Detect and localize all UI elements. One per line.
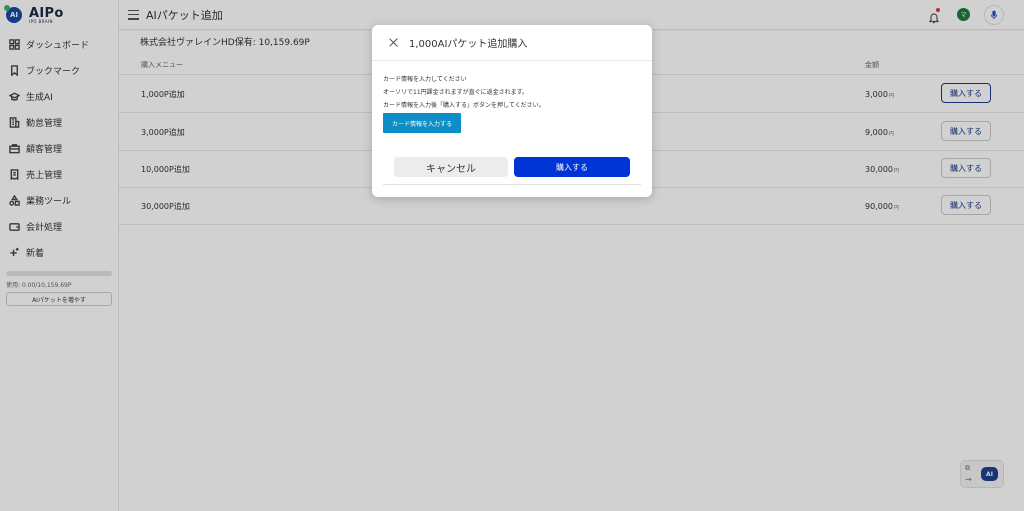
- close-icon[interactable]: [389, 38, 398, 47]
- modal-actions: キャンセル 購入する: [394, 157, 630, 177]
- modal-title: 1,000AIパケット追加購入: [409, 39, 528, 50]
- modal-divider: [383, 184, 641, 185]
- instruction-line-2: オーソリで11円課金されますが直ぐに返金されます。: [383, 89, 529, 96]
- instruction-line-3: カード情報を入力後「購入する」ボタンを押してください。: [383, 102, 545, 109]
- instruction-line-1: カード情報を入力してください: [383, 76, 467, 83]
- purchase-confirm-button[interactable]: 購入する: [514, 157, 630, 177]
- modal-header: 1,000AIパケット追加購入: [372, 25, 652, 61]
- modal-body: カード情報を入力してください オーソリで11円課金されますが直ぐに返金されます。…: [372, 61, 652, 133]
- enter-card-button[interactable]: カード情報を入力する: [383, 113, 461, 133]
- cancel-button[interactable]: キャンセル: [394, 157, 508, 177]
- purchase-modal: 1,000AIパケット追加購入 カード情報を入力してください オーソリで11円課…: [372, 25, 652, 197]
